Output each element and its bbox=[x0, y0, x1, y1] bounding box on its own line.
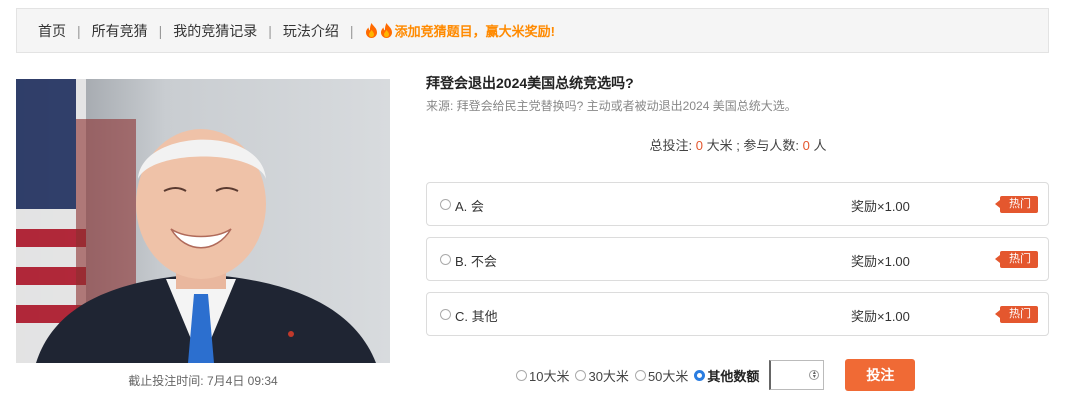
nav-separator: | bbox=[349, 22, 354, 39]
amount-label: 30大米 bbox=[588, 368, 629, 384]
option-a[interactable]: A. 会 奖励×1.00 热门 bbox=[426, 182, 1049, 226]
nav-add-question-link[interactable]: 添加竞猜题目，赢大米奖励! bbox=[365, 21, 555, 40]
option-label: A. 会 bbox=[455, 199, 484, 214]
amount-option-50[interactable]: 50大米 bbox=[634, 366, 689, 385]
option-radio[interactable] bbox=[440, 199, 451, 210]
hot-badge: 热门 bbox=[995, 196, 1038, 213]
top-nav: 首页 | 所有竞猜 | 我的竞猜记录 | 玩法介绍 | 添加竞猜题目，赢大米奖励… bbox=[16, 8, 1049, 53]
amount-option-custom[interactable]: 其他数额 bbox=[694, 366, 759, 385]
option-radio[interactable] bbox=[440, 254, 451, 265]
submit-bet-button[interactable]: 投注 bbox=[845, 359, 916, 391]
totals-label: 大米 ; 参与人数: bbox=[702, 138, 803, 153]
bet-amount-bar: 10大米 30大米 50大米 其他数额 ▴ ▾ 投注 bbox=[516, 358, 916, 392]
question-title: 拜登会退出2024美国总统竞选吗? bbox=[426, 75, 634, 91]
option-reward: 奖励×1.00 bbox=[851, 254, 910, 269]
option-b[interactable]: B. 不会 奖励×1.00 热门 bbox=[426, 237, 1049, 281]
totals-label: 人 bbox=[809, 138, 827, 153]
option-label: C. 其他 bbox=[455, 309, 498, 324]
deadline-text: 截止投注时间: 7月4日 09:34 bbox=[128, 374, 278, 388]
option-c[interactable]: C. 其他 奖励×1.00 热门 bbox=[426, 292, 1049, 336]
option-reward: 奖励×1.00 bbox=[851, 309, 910, 324]
nav-how-to-play[interactable]: 玩法介绍 bbox=[283, 21, 339, 41]
hot-badge: 热门 bbox=[995, 251, 1038, 268]
nav-separator: | bbox=[77, 22, 81, 39]
totals-label: 总投注: bbox=[649, 138, 696, 153]
bet-totals: 总投注: 0 大米 ; 参与人数: 0 人 bbox=[426, 137, 1050, 155]
flame-icon bbox=[365, 23, 377, 38]
nav-separator: | bbox=[158, 22, 163, 39]
hot-badge: 热门 bbox=[995, 306, 1038, 323]
question-panel: 拜登会退出2024美国总统竞选吗? 来源: 拜登会给民主党替换吗? 主动或者被动… bbox=[426, 73, 1050, 155]
question-source: 来源: 拜登会给民主党替换吗? 主动或者被动退出2024 美国总统大选。 bbox=[426, 99, 797, 113]
amount-label: 10大米 bbox=[529, 368, 570, 384]
nav-separator: | bbox=[268, 22, 272, 39]
nav-home[interactable]: 首页 bbox=[38, 21, 66, 41]
question-photo bbox=[16, 79, 390, 363]
flame-icon bbox=[380, 23, 392, 38]
amount-radio-selected[interactable] bbox=[694, 369, 706, 381]
portrait-image bbox=[16, 79, 390, 363]
option-label: B. 不会 bbox=[455, 254, 497, 269]
total-bets-value: 0 bbox=[695, 138, 703, 153]
amount-radio[interactable] bbox=[516, 369, 527, 381]
nav-all-bets[interactable]: 所有竞猜 bbox=[92, 21, 148, 41]
amount-radio[interactable] bbox=[575, 369, 587, 381]
nav-my-records[interactable]: 我的竞猜记录 bbox=[173, 21, 257, 41]
option-reward: 奖励×1.00 bbox=[851, 199, 910, 214]
amount-option-30[interactable]: 30大米 bbox=[575, 366, 629, 385]
amount-label: 其他数额 bbox=[707, 368, 760, 384]
custom-amount-stepper[interactable]: ▴ ▾ bbox=[769, 360, 825, 390]
participants-value: 0 bbox=[802, 138, 810, 153]
stepper-arrows-icon[interactable]: ▴ ▾ bbox=[809, 370, 820, 380]
option-radio[interactable] bbox=[440, 309, 451, 320]
amount-option-10[interactable]: 10大米 bbox=[516, 366, 569, 385]
promo-text: 添加竞猜题目，赢大米奖励! bbox=[394, 24, 555, 39]
amount-label: 50大米 bbox=[647, 368, 689, 384]
amount-radio[interactable] bbox=[634, 369, 646, 381]
